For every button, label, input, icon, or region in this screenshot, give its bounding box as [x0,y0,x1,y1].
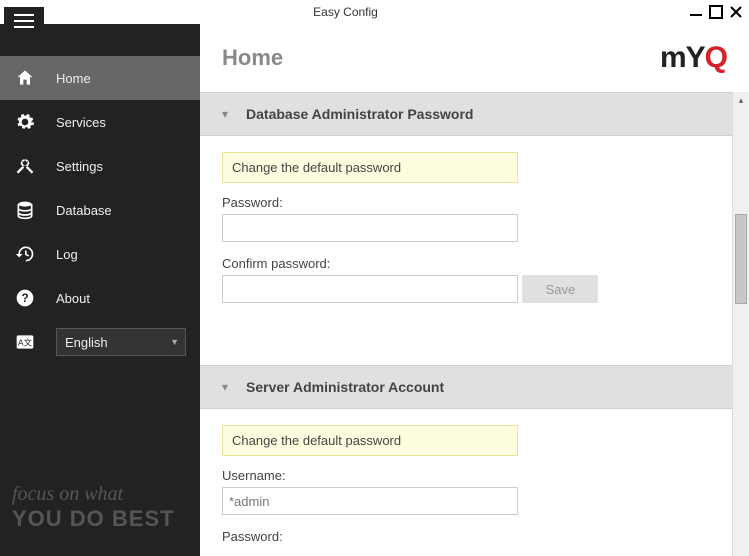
sidebar-item-about[interactable]: ? About [0,276,200,320]
sidebar-item-label: About [56,291,90,306]
sidebar-item-settings[interactable]: Settings [0,144,200,188]
confirm-password-label: Confirm password: [222,256,710,271]
history-icon [14,243,36,265]
help-icon: ? [14,287,36,309]
sidebar-item-log[interactable]: Log [0,232,200,276]
section-header-db-admin[interactable]: ▾ Database Administrator Password [200,92,732,136]
sidebar-item-label: Services [56,115,106,130]
tagline: focus on what YOU DO BEST [0,469,200,556]
window-title: Easy Config [4,5,687,19]
svg-text:A文: A文 [18,337,33,347]
sidebar-item-database[interactable]: Database [0,188,200,232]
server-username-input[interactable] [222,487,518,515]
svg-text:?: ? [21,292,28,305]
language-value: English [65,335,108,350]
content-area: ▾ Database Administrator Password Change… [200,92,732,556]
sidebar-item-label: Log [56,247,78,262]
password-label: Password: [222,195,710,210]
hint-banner: Change the default password [222,152,518,183]
section-header-server-admin[interactable]: ▾ Server Administrator Account [200,365,732,409]
scroll-up-icon[interactable]: ▴ [733,92,749,109]
logo: mYQ [660,41,727,75]
home-icon [14,67,36,89]
save-button[interactable]: Save [522,275,598,303]
close-button[interactable] [727,3,745,21]
db-confirm-password-input[interactable] [222,275,518,303]
hint-banner: Change the default password [222,425,518,456]
scroll-thumb[interactable] [735,214,747,304]
chevron-down-icon: ▾ [222,380,228,394]
sidebar-item-services[interactable]: Services [0,100,200,144]
tools-icon [14,155,36,177]
page-title: Home [222,45,660,71]
database-icon [14,199,36,221]
username-label: Username: [222,468,710,483]
section-title: Database Administrator Password [246,106,473,122]
chevron-down-icon: ▾ [222,107,228,121]
sidebar: Home Services Settings Database Log ? Ab… [0,24,200,556]
language-select[interactable]: English ▼ [56,328,186,356]
main-panel: Home mYQ ▾ Database Administrator Passwo… [200,24,749,556]
sidebar-item-label: Database [56,203,112,218]
maximize-button[interactable] [707,3,725,21]
password-label: Password: [222,529,710,544]
hamburger-menu-button[interactable] [4,7,44,35]
language-icon: A文 [14,331,36,353]
section-title: Server Administrator Account [246,379,444,395]
titlebar: Easy Config [0,0,749,24]
gear-icon [14,111,36,133]
sidebar-item-label: Home [56,71,91,86]
scrollbar[interactable]: ▴ [732,92,749,556]
sidebar-item-home[interactable]: Home [0,56,200,100]
chevron-down-icon: ▼ [170,337,179,347]
db-password-input[interactable] [222,214,518,242]
minimize-button[interactable] [687,3,705,21]
sidebar-item-label: Settings [56,159,103,174]
